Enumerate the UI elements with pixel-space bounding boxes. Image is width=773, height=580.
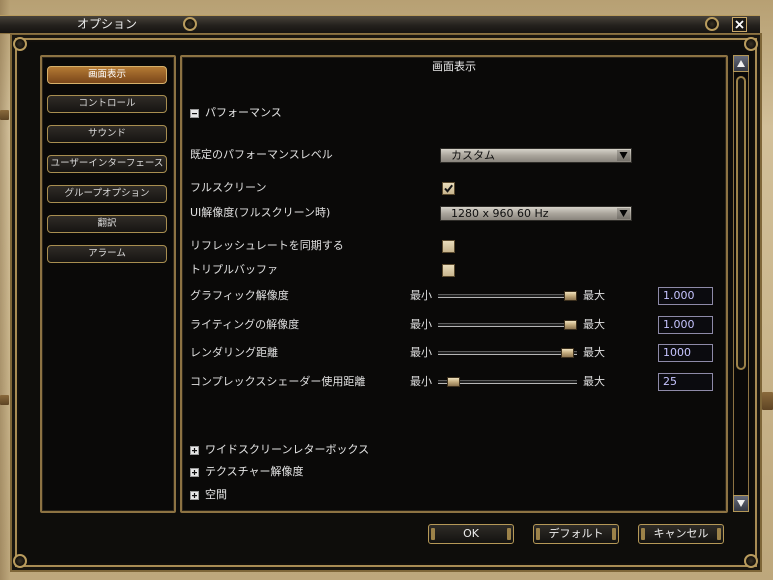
triple-buffer-label: トリプルバッファ	[190, 263, 278, 276]
slider-min-label: 最小	[410, 318, 432, 331]
fullscreen-label: フルスクリーン	[190, 181, 267, 194]
title-ornament	[183, 17, 197, 31]
resolution-label: UI解像度(フルスクリーン時)	[190, 206, 331, 219]
slider-min-label: 最小	[410, 375, 432, 388]
section-header-texture-resolution[interactable]: テクスチャー解像度	[190, 465, 340, 479]
sidebar-item-translation[interactable]: 翻訳	[47, 215, 167, 233]
performance-level-label: 既定のパフォーマンスレベル	[190, 148, 333, 161]
complex-shader-distance-value[interactable]: 25	[658, 373, 713, 391]
scroll-up-arrow-icon	[737, 60, 745, 67]
section-header-spatial[interactable]: 空間	[190, 488, 270, 502]
lighting-resolution-value[interactable]: 1.000	[658, 316, 713, 334]
performance-level-dropdown[interactable]: カスタム	[440, 148, 632, 163]
dropdown-arrow-icon[interactable]	[617, 150, 630, 161]
slider-thumb[interactable]	[564, 291, 577, 301]
render-distance-label: レンダリング距離	[190, 346, 278, 359]
corner-ornament	[13, 37, 27, 51]
slider-thumb[interactable]	[446, 377, 460, 387]
category-sidebar	[40, 55, 176, 513]
close-icon	[735, 20, 744, 29]
slider-max-label: 最大	[583, 346, 605, 359]
render-distance-value[interactable]: 1000	[658, 344, 713, 362]
scene-wooden-beam	[0, 395, 9, 405]
sidebar-item-alarm[interactable]: アラーム	[47, 245, 167, 263]
sidebar-item-controls[interactable]: コントロール	[47, 95, 167, 113]
collapse-icon[interactable]	[190, 109, 199, 118]
scroll-down-button[interactable]	[733, 495, 749, 512]
resolution-dropdown[interactable]: 1280 x 960 60 Hz	[440, 206, 632, 221]
expand-icon[interactable]	[190, 446, 199, 455]
section-label: ワイドスクリーンレターボックス	[205, 443, 370, 456]
complex-shader-distance-label: コンプレックスシェーダー使用距離	[190, 375, 366, 388]
corner-ornament	[744, 37, 758, 51]
close-button[interactable]	[732, 17, 747, 32]
slider-thumb[interactable]	[561, 348, 575, 358]
triple-buffer-checkbox[interactable]	[442, 264, 455, 277]
graphics-resolution-value[interactable]: 1.000	[658, 287, 713, 305]
corner-ornament	[744, 554, 758, 568]
scrollbar-thumb[interactable]	[736, 76, 746, 370]
slider-max-label: 最大	[583, 318, 605, 331]
graphics-resolution-slider[interactable]	[438, 294, 577, 298]
cancel-button[interactable]: キャンセル	[638, 524, 724, 544]
slider-max-label: 最大	[583, 375, 605, 388]
section-header-performance[interactable]: パフォーマンス	[190, 106, 330, 120]
corner-ornament	[13, 554, 27, 568]
fullscreen-checkbox[interactable]	[442, 182, 455, 195]
slider-max-label: 最大	[583, 289, 605, 302]
window-titlebar[interactable]: オプション	[0, 15, 760, 34]
section-label: テクスチャー解像度	[205, 465, 304, 478]
section-label: 空間	[205, 488, 227, 501]
scroll-down-arrow-icon	[737, 500, 745, 507]
dropdown-value: カスタム	[451, 149, 495, 162]
expand-icon[interactable]	[190, 468, 199, 477]
title-ornament	[705, 17, 719, 31]
sidebar-item-group-options[interactable]: グループオプション	[47, 185, 167, 203]
slider-min-label: 最小	[410, 289, 432, 302]
dropdown-value: 1280 x 960 60 Hz	[451, 207, 549, 220]
ok-button[interactable]: OK	[428, 524, 514, 544]
sidebar-item-user-interface[interactable]: ユーザーインターフェース	[47, 155, 167, 173]
window-title: オプション	[77, 17, 138, 31]
checkmark-icon	[444, 184, 453, 193]
scene-wooden-beam	[762, 392, 773, 410]
dropdown-arrow-icon[interactable]	[617, 208, 630, 219]
vsync-checkbox[interactable]	[442, 240, 455, 253]
lighting-resolution-label: ライティングの解像度	[190, 318, 300, 331]
render-distance-slider[interactable]	[438, 351, 577, 355]
scene-wooden-beam	[0, 110, 9, 120]
slider-min-label: 最小	[410, 346, 432, 359]
section-label: パフォーマンス	[205, 106, 282, 119]
slider-thumb[interactable]	[564, 320, 577, 330]
scroll-up-button[interactable]	[733, 55, 749, 72]
sidebar-item-display[interactable]: 画面表示	[47, 66, 167, 84]
graphics-resolution-label: グラフィック解像度	[190, 289, 289, 302]
section-header-widescreen-letterbox[interactable]: ワイドスクリーンレターボックス	[190, 443, 390, 457]
expand-icon[interactable]	[190, 491, 199, 500]
panel-title: 画面表示	[432, 60, 476, 73]
vsync-label: リフレッシュレートを同期する	[190, 239, 344, 252]
sidebar-item-sound[interactable]: サウンド	[47, 125, 167, 143]
lighting-resolution-slider[interactable]	[438, 323, 577, 327]
default-button[interactable]: デフォルト	[533, 524, 619, 544]
